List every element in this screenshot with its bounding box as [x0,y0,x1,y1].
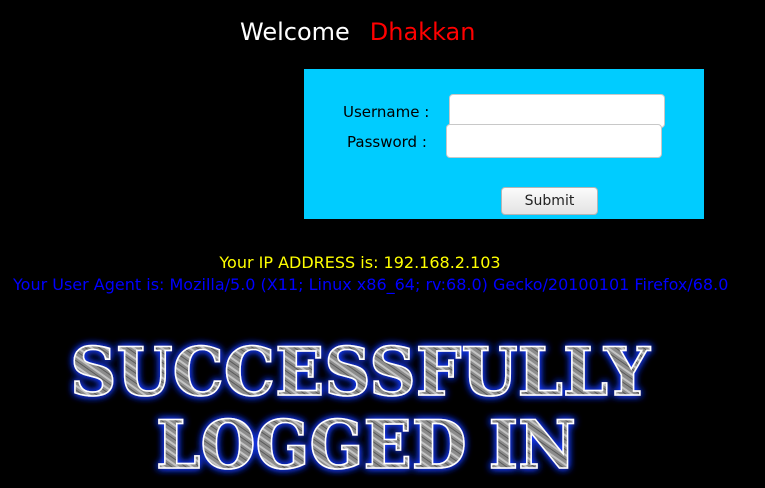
welcome-text: Welcome [240,18,350,46]
success-banner-image: SUCCESSFULLY LOGGED IN [40,330,680,480]
login-form: Username : Password : Submit [304,69,704,219]
logged-in-user-name: Dhakkan [369,18,476,46]
banner-line-1: SUCCESSFULLY [70,333,651,411]
welcome-heading: Welcome Dhakkan [240,18,475,46]
submit-button[interactable]: Submit [501,187,598,215]
ip-address-text: Your IP ADDRESS is: 192.168.2.103 [219,253,501,272]
username-label: Username : [343,103,430,121]
login-result-page: Welcome Dhakkan Username : Password : Sub… [0,0,765,488]
username-input[interactable] [449,94,665,128]
password-input[interactable] [446,124,662,158]
banner-line-2: LOGGED IN [156,406,576,480]
password-label: Password : [347,133,427,151]
user-agent-text: Your User Agent is: Mozilla/5.0 (X11; Li… [13,275,729,294]
